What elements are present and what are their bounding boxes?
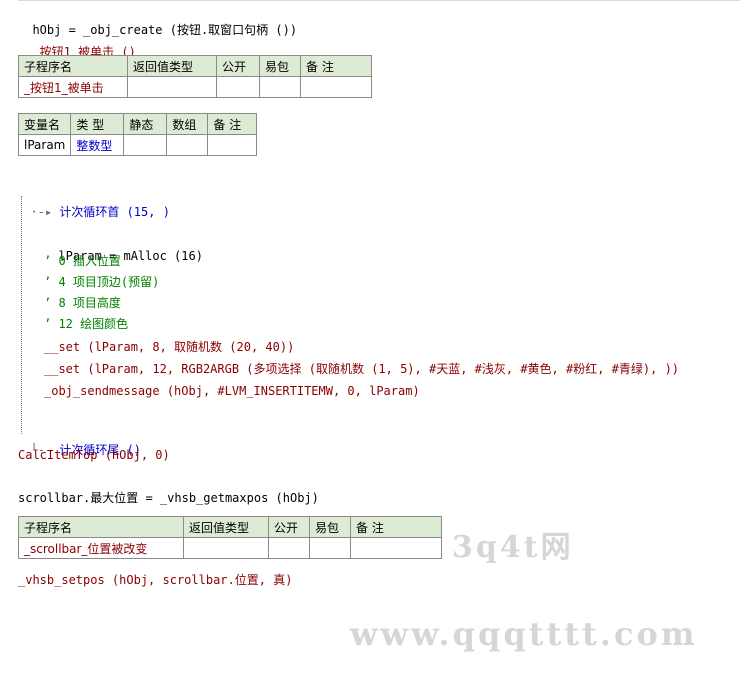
col-remark: 备 注	[300, 55, 372, 77]
sub-name-label[interactable]: _按钮1_被单击 ()	[18, 28, 135, 59]
code-line-calcitemtop[interactable]: CalcItemTop (hObj, 0)	[18, 447, 170, 463]
col-array: 数组	[166, 113, 209, 135]
col-static: 静态	[123, 113, 168, 135]
cell-remark[interactable]	[350, 537, 442, 559]
cell-return-type[interactable]	[183, 537, 269, 559]
col-easy-pkg: 易包	[309, 516, 351, 538]
cell-public[interactable]	[216, 76, 260, 98]
col-public: 公开	[268, 516, 310, 538]
cell-easy-pkg[interactable]	[309, 537, 351, 559]
cell-sub-name[interactable]: _按钮1_被单击	[18, 76, 128, 98]
code-line-sendmessage[interactable]: _obj_sendmessage (hObj, #LVM_INSERTITEMW…	[44, 383, 420, 399]
loop-start-line[interactable]: ·-▸ 计次循环首 (15, )	[16, 188, 169, 219]
col-public: 公开	[216, 55, 260, 77]
col-sub-name: 子程序名	[18, 516, 184, 538]
col-return-type: 返回值类型	[127, 55, 217, 77]
col-easy-pkg: 易包	[259, 55, 301, 77]
cell-sub-name[interactable]: _scrollbar_位置被改变	[18, 537, 184, 559]
watermark-logo: 3q4t网	[452, 530, 574, 565]
loop-guide-line	[21, 196, 22, 434]
cell-return-type[interactable]	[127, 76, 217, 98]
cell-var-name[interactable]: lParam	[17, 134, 72, 156]
col-var-remark: 备 注	[207, 113, 258, 135]
watermark-url: www.qqqtttt.com	[350, 615, 698, 653]
code-line-setpos[interactable]: _vhsb_setpos (hObj, scrollbar.位置, 真)	[18, 572, 292, 588]
col-var-type: 类 型	[70, 113, 125, 135]
code-line-set-color[interactable]: __set (lParam, 12, RGB2ARGB (多项选择 (取随机数 …	[44, 361, 679, 377]
code-line-set-height[interactable]: __set (lParam, 8, 取随机数 (20, 40))	[44, 339, 294, 355]
col-remark: 备 注	[350, 516, 442, 538]
code-line-malloc[interactable]: lParam = mAlloc (16)	[44, 232, 203, 263]
cell-var-remark[interactable]	[207, 134, 258, 156]
code-line-scrollbar-max[interactable]: scrollbar.最大位置 = _vhsb_getmaxpos (hObj)	[18, 490, 319, 506]
loop-end-line[interactable]: └-- 计次循环尾 ()	[16, 426, 141, 457]
cell-public[interactable]	[268, 537, 310, 559]
cell-easy-pkg[interactable]	[259, 76, 301, 98]
sub-header-table-2: 子程序名 返回值类型 公开 易包 备 注 _scrollbar_位置被改变	[18, 516, 442, 559]
cell-var-type[interactable]: 整数型	[70, 134, 125, 156]
loop-arrow-icon: ·-▸	[30, 205, 60, 219]
col-return-type: 返回值类型	[183, 516, 269, 538]
cell-remark[interactable]	[300, 76, 372, 98]
comment-line-2[interactable]: ’ 4 项目顶边(预留)	[44, 274, 159, 290]
col-sub-name: 子程序名	[18, 55, 128, 77]
comment-line-4[interactable]: ’ 12 绘图颜色	[44, 316, 128, 332]
top-border	[18, 0, 740, 1]
code-line-hobj-create[interactable]: hObj = _obj_create (按钮.取窗口句柄 ())	[18, 6, 297, 37]
comment-line-1[interactable]: ’ 0 插入位置	[44, 253, 121, 269]
var-table: 变量名 类 型 静态 数组 备 注 lParam 整数型	[17, 113, 258, 156]
col-var-name: 变量名	[17, 113, 72, 135]
comment-line-3[interactable]: ’ 8 项目高度	[44, 295, 121, 311]
cell-array[interactable]	[166, 134, 209, 156]
cell-static[interactable]	[123, 134, 168, 156]
sub-header-table-1: 子程序名 返回值类型 公开 易包 备 注 _按钮1_被单击	[18, 55, 372, 98]
